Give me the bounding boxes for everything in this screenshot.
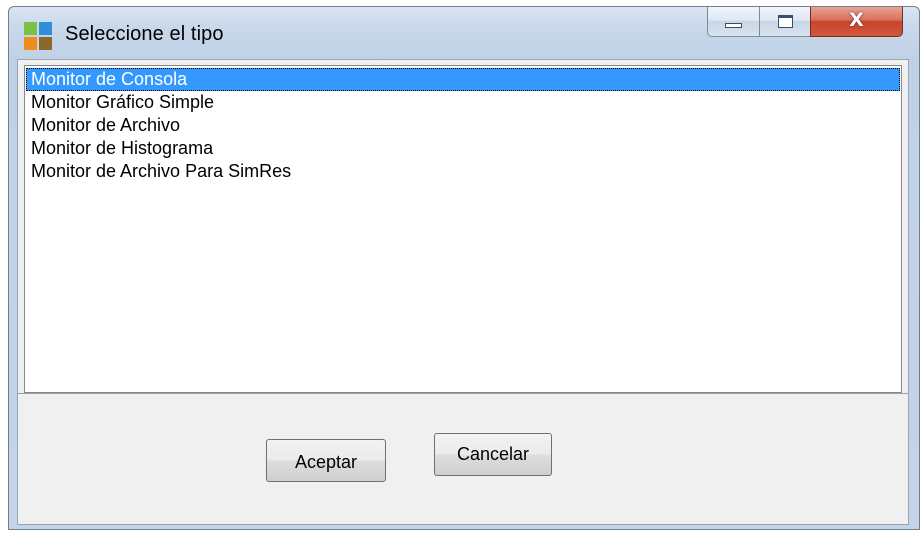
list-item-monitor-histograma[interactable]: Monitor de Histograma <box>26 137 900 160</box>
list-item-monitor-archivo-simres[interactable]: Monitor de Archivo Para SimRes <box>26 160 900 183</box>
monitor-type-list[interactable]: Monitor de Consola Monitor Gráfico Simpl… <box>24 65 902 393</box>
dialog-window: Seleccione el tipo X Monitor de Consola … <box>8 6 920 530</box>
maximize-icon <box>778 15 793 28</box>
dialog-client-area: Monitor de Consola Monitor Gráfico Simpl… <box>17 59 909 525</box>
list-item-monitor-archivo[interactable]: Monitor de Archivo <box>26 114 900 137</box>
minimize-button[interactable] <box>707 7 760 37</box>
accept-button[interactable]: Aceptar <box>266 439 386 482</box>
maximize-button[interactable] <box>759 7 811 37</box>
close-button[interactable]: X <box>810 7 903 37</box>
list-item-monitor-consola[interactable]: Monitor de Consola <box>26 68 900 91</box>
app-grid-icon <box>24 22 52 50</box>
list-item-monitor-grafico-simple[interactable]: Monitor Gráfico Simple <box>26 91 900 114</box>
caption-buttons: X <box>707 7 919 37</box>
title-bar[interactable]: Seleccione el tipo X <box>9 7 919 59</box>
close-icon: X <box>849 9 864 31</box>
window-title: Seleccione el tipo <box>65 23 224 45</box>
minimize-icon <box>725 23 742 28</box>
cancel-button[interactable]: Cancelar <box>434 433 552 476</box>
button-panel-divider <box>18 393 908 394</box>
